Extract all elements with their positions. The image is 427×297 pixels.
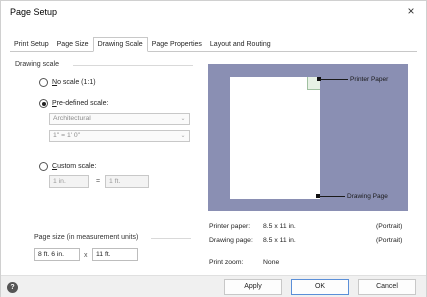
page-width-input[interactable]: 8 ft. 6 in. bbox=[34, 248, 80, 261]
scale-preview: Printer Paper Drawing Page bbox=[208, 64, 408, 211]
drawing-page-callout-line bbox=[319, 196, 345, 197]
custom-scale-right-input[interactable]: 1 ft. bbox=[105, 175, 149, 188]
cancel-button[interactable]: Cancel bbox=[358, 279, 416, 295]
tab-strip: Print Setup Page Size Drawing Scale Page… bbox=[10, 37, 275, 52]
scale-category-select[interactable]: Architectural ⌄ bbox=[49, 113, 190, 125]
tab-drawing-scale[interactable]: Drawing Scale bbox=[92, 37, 148, 52]
ok-button[interactable]: OK bbox=[291, 279, 349, 295]
drawing-page-info-label: Drawing page: bbox=[209, 237, 253, 244]
scale-value: 1" = 1' 0" bbox=[53, 132, 81, 139]
scale-value-select[interactable]: 1" = 1' 0" ⌄ bbox=[49, 130, 190, 142]
drawing-page-info-value: 8.5 x 11 in. bbox=[263, 237, 296, 244]
custom-scale-equals: = bbox=[96, 178, 101, 185]
page-size-separator bbox=[151, 238, 191, 239]
close-icon[interactable]: × bbox=[404, 4, 418, 18]
page-setup-dialog: Page Setup × Print Setup Page Size Drawi… bbox=[0, 0, 427, 297]
no-scale-radio[interactable]: No scale (1:1) bbox=[39, 78, 96, 87]
chevron-down-icon: ⌄ bbox=[180, 116, 186, 122]
predefined-scale-radio-circle[interactable] bbox=[39, 99, 48, 108]
drawing-scale-label: Drawing scale bbox=[15, 61, 59, 68]
no-scale-radio-circle[interactable] bbox=[39, 78, 48, 87]
print-zoom-value: None bbox=[263, 259, 280, 266]
printer-paper-callout-line bbox=[320, 79, 348, 80]
predefined-scale-radio[interactable]: Pre-defined scale: bbox=[39, 99, 108, 108]
printer-paper-info-label: Printer paper: bbox=[209, 223, 251, 230]
printer-paper-info-value: 8.5 x 11 in. bbox=[263, 223, 296, 230]
printer-paper-orientation: (Portrait) bbox=[376, 223, 403, 230]
custom-scale-radio[interactable]: Custom scale: bbox=[39, 162, 96, 171]
dialog-title: Page Setup bbox=[10, 7, 58, 17]
custom-scale-label: ustom scale: bbox=[57, 163, 97, 170]
drawing-scale-separator bbox=[73, 65, 193, 66]
help-icon[interactable]: ? bbox=[7, 282, 18, 293]
tab-print-setup[interactable]: Print Setup bbox=[10, 37, 53, 52]
printer-paper-callout: Printer Paper bbox=[350, 76, 389, 83]
scale-category-value: Architectural bbox=[53, 115, 91, 122]
tab-divider bbox=[10, 51, 417, 52]
predefined-scale-label: re-defined scale: bbox=[56, 100, 109, 107]
drawing-page-callout: Drawing Page bbox=[347, 193, 388, 200]
apply-button[interactable]: Apply bbox=[224, 279, 282, 295]
tab-page-size[interactable]: Page Size bbox=[53, 37, 93, 52]
page-height-input[interactable]: 11 ft. bbox=[92, 248, 138, 261]
drawing-page-orientation: (Portrait) bbox=[376, 237, 403, 244]
drawing-page-preview bbox=[230, 77, 320, 199]
chevron-down-icon: ⌄ bbox=[180, 133, 186, 139]
print-zoom-label: Print zoom: bbox=[209, 259, 244, 266]
custom-scale-left-input[interactable]: 1 in. bbox=[49, 175, 89, 188]
dialog-footer: ? Apply OK Cancel bbox=[1, 275, 426, 297]
tab-layout-and-routing[interactable]: Layout and Routing bbox=[206, 37, 275, 52]
custom-scale-radio-circle[interactable] bbox=[39, 162, 48, 171]
page-size-x: x bbox=[84, 252, 88, 259]
tab-page-properties[interactable]: Page Properties bbox=[148, 37, 206, 52]
page-size-label: Page size (in measurement units) bbox=[34, 234, 139, 241]
no-scale-label: o scale (1:1) bbox=[57, 79, 96, 86]
